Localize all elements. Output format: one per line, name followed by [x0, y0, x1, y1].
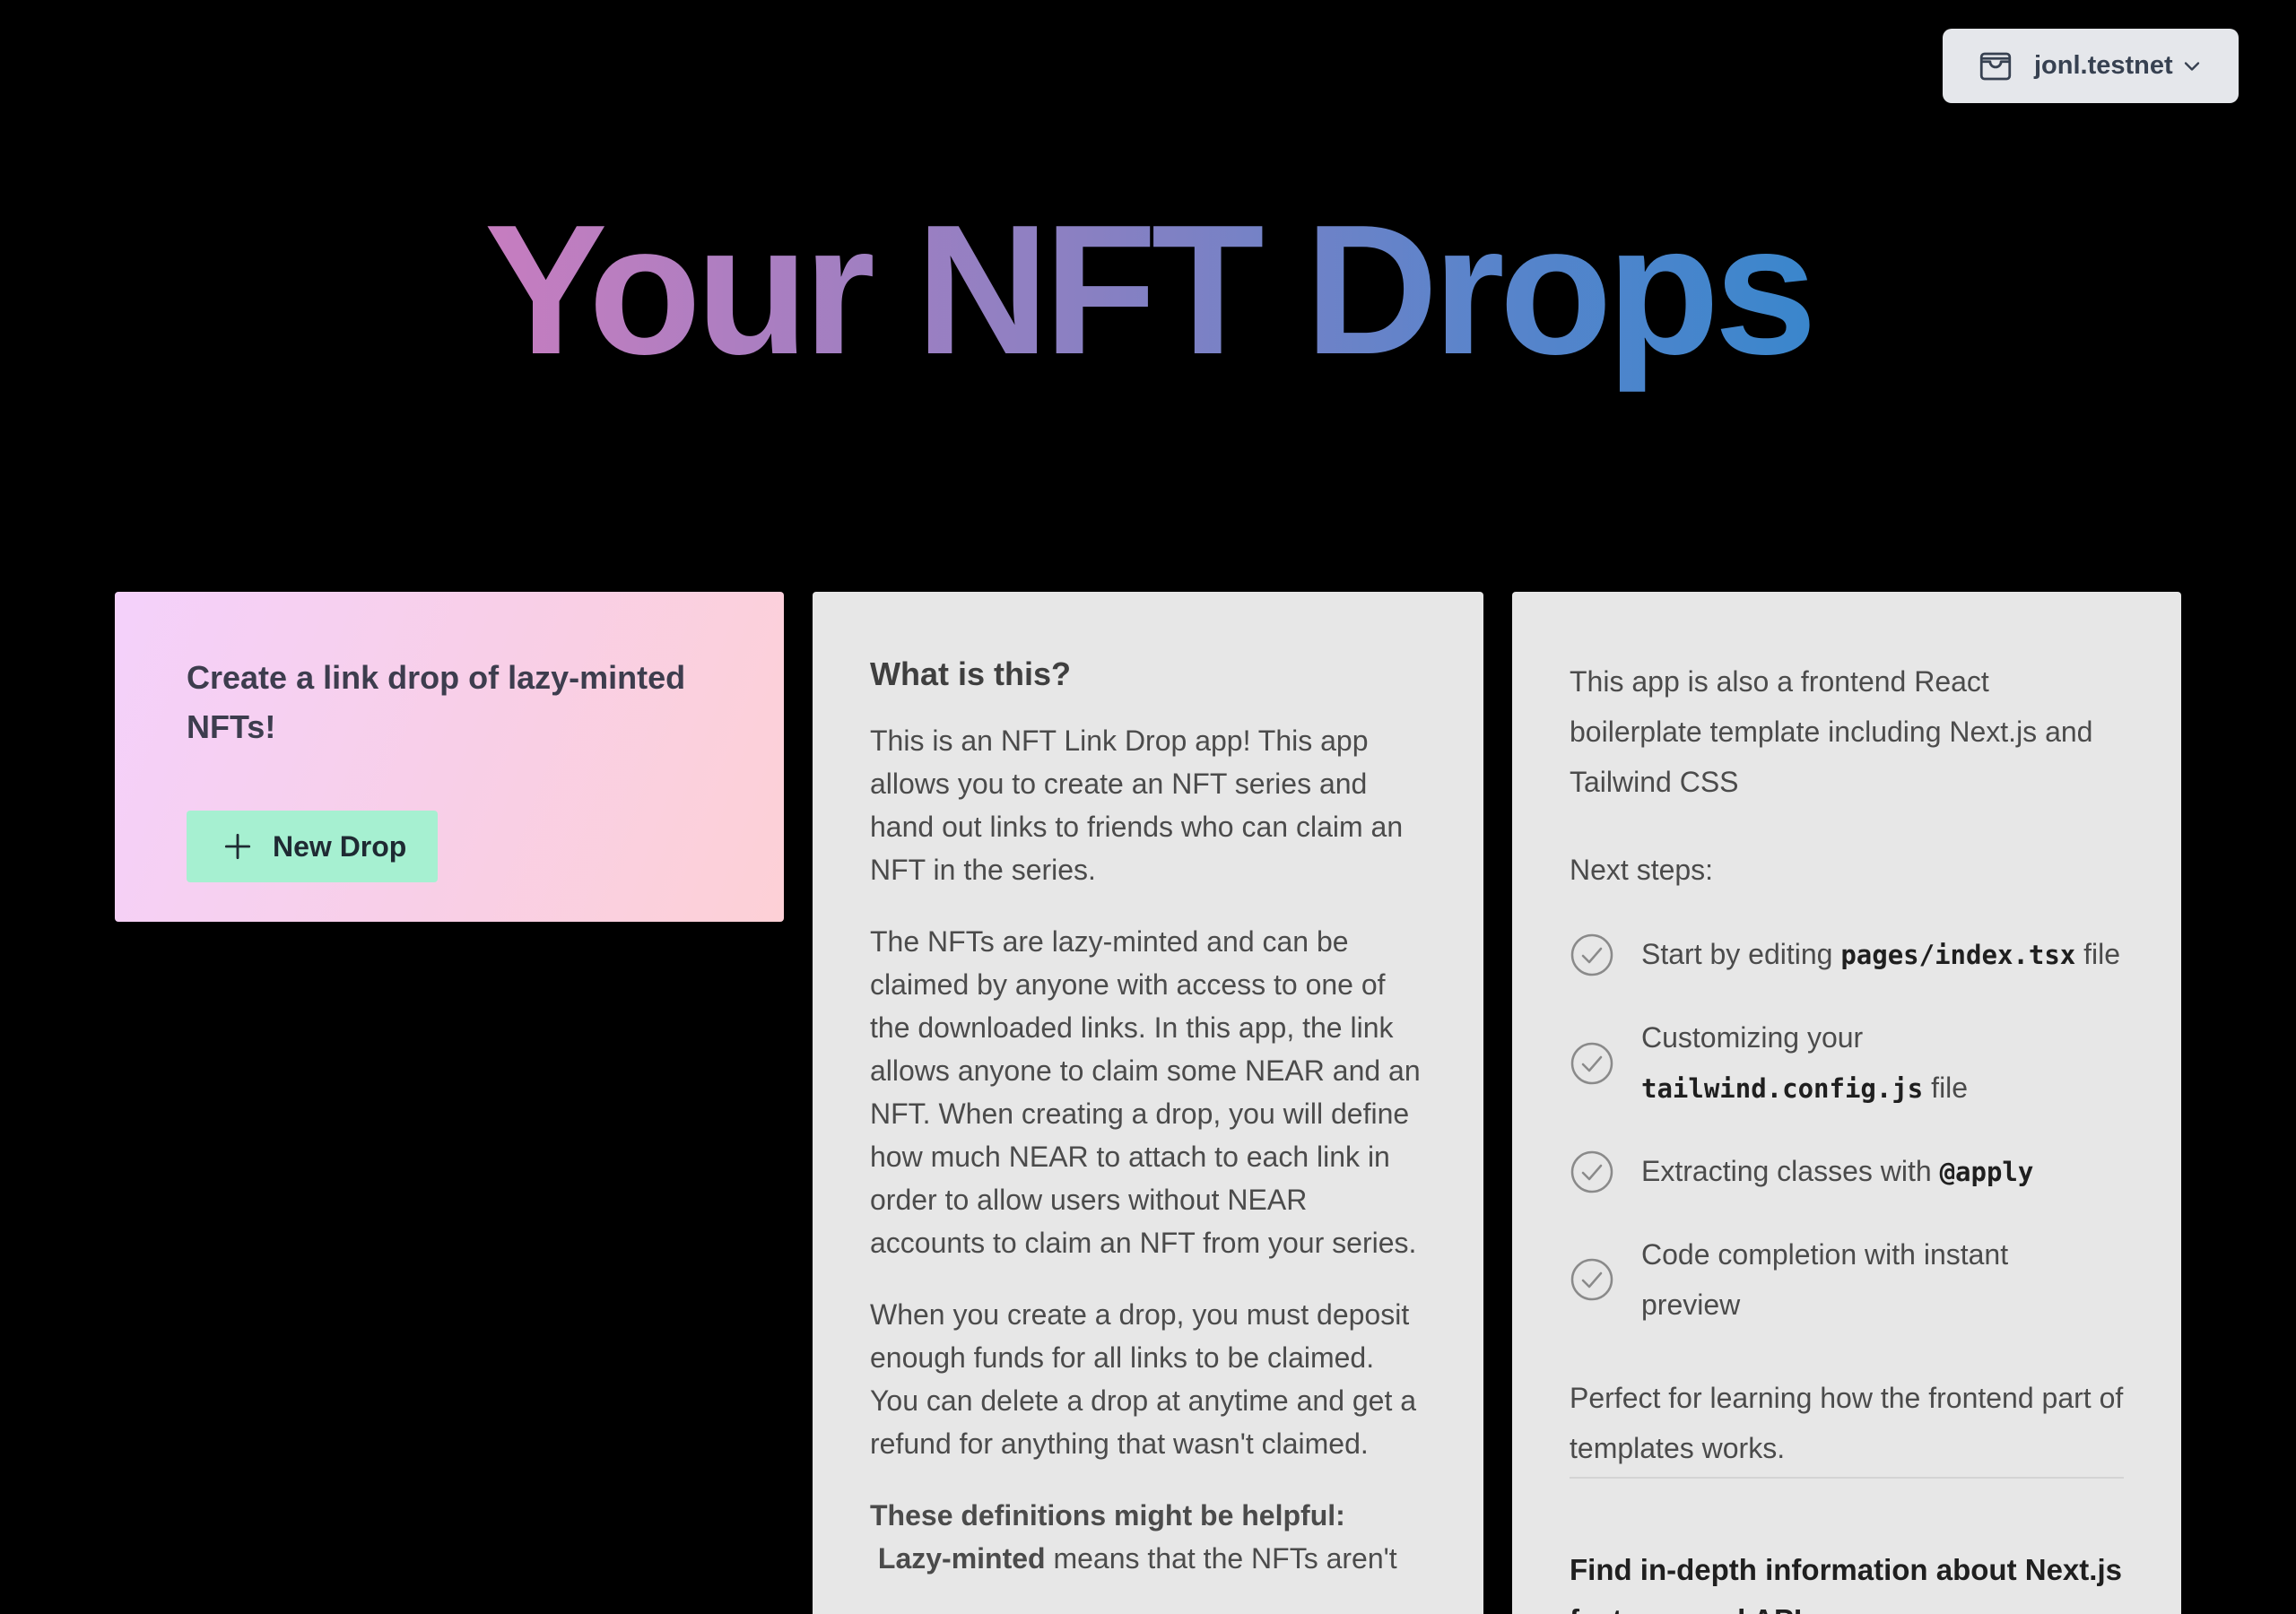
step-text-after: file [2075, 938, 2121, 970]
page-title: Your NFT Drops [484, 179, 1817, 401]
step-text-after: file [1923, 1072, 1969, 1104]
step-text-before: Start by editing [1641, 938, 1841, 970]
definitions-title: These definitions might be helpful: [870, 1499, 1345, 1532]
next-steps-title: Next steps: [1570, 854, 1714, 886]
wallet-icon [1979, 52, 2012, 80]
step-text-before: Extracting classes with [1641, 1155, 1940, 1187]
step-item: Extracting classes with @apply [1570, 1146, 2124, 1197]
new-drop-label: New Drop [273, 829, 407, 863]
find-info-text: Find in-depth information about Next.js … [1570, 1553, 2122, 1614]
step-code: pages/index.tsx [1840, 940, 2076, 970]
definition-item: Lazy-minted means that the NFTs aren't [870, 1537, 1426, 1580]
step-text: Extracting classes with @apply [1641, 1146, 2033, 1197]
page: jonl.testnet Your NFT Drops Create a lin… [0, 0, 2296, 1614]
step-text-before: Customizing your [1641, 1021, 1864, 1054]
step-text: Code completion with instant preview [1641, 1238, 2009, 1321]
next-steps-card: This app is also a frontend React boiler… [1512, 592, 2181, 1614]
plus-icon [224, 833, 251, 860]
page-title-wrap: Your NFT Drops [0, 179, 2296, 401]
info-paragraph: When you create a drop, you must deposit… [870, 1298, 1417, 1460]
account-name: jonl.testnet [2034, 51, 2173, 80]
next-intro: This app is also a frontend React boiler… [1570, 665, 2093, 798]
definition-text: means that the NFTs aren't [1053, 1542, 1397, 1575]
new-drop-button[interactable]: New Drop [187, 811, 438, 882]
perfect-text: Perfect for learning how the frontend pa… [1570, 1373, 2124, 1479]
account-dropdown-button[interactable]: jonl.testnet [1943, 29, 2239, 103]
definition-term: Lazy-minted [877, 1542, 1046, 1575]
info-paragraph: The NFTs are lazy-minted and can be clai… [870, 925, 1421, 1259]
check-circle-icon [1570, 1150, 1613, 1193]
check-circle-icon [1570, 1042, 1613, 1084]
step-code: @apply [1939, 1157, 2034, 1187]
check-circle-icon [1570, 1258, 1613, 1301]
info-heading: What is this? [870, 655, 1071, 692]
step-item: Code completion with instant preview [1570, 1229, 2124, 1330]
chevron-down-icon [2184, 61, 2200, 71]
check-circle-icon [1570, 933, 1613, 976]
step-item: Customizing your tailwind.config.js file [1570, 1012, 2124, 1114]
step-item: Start by editing pages/index.tsx file [1570, 929, 2124, 980]
create-drop-heading: Create a link drop of lazy-minted NFTs! [187, 659, 686, 745]
step-text: Start by editing pages/index.tsx file [1641, 929, 2120, 980]
create-drop-card: Create a link drop of lazy-minted NFTs! … [115, 592, 784, 922]
step-text: Customizing your tailwind.config.js file [1641, 1012, 2124, 1114]
info-card: What is this? This is an NFT Link Drop a… [813, 592, 1483, 1614]
info-paragraph: This is an NFT Link Drop app! This app a… [870, 725, 1404, 886]
step-code: tailwind.config.js [1641, 1073, 1924, 1104]
